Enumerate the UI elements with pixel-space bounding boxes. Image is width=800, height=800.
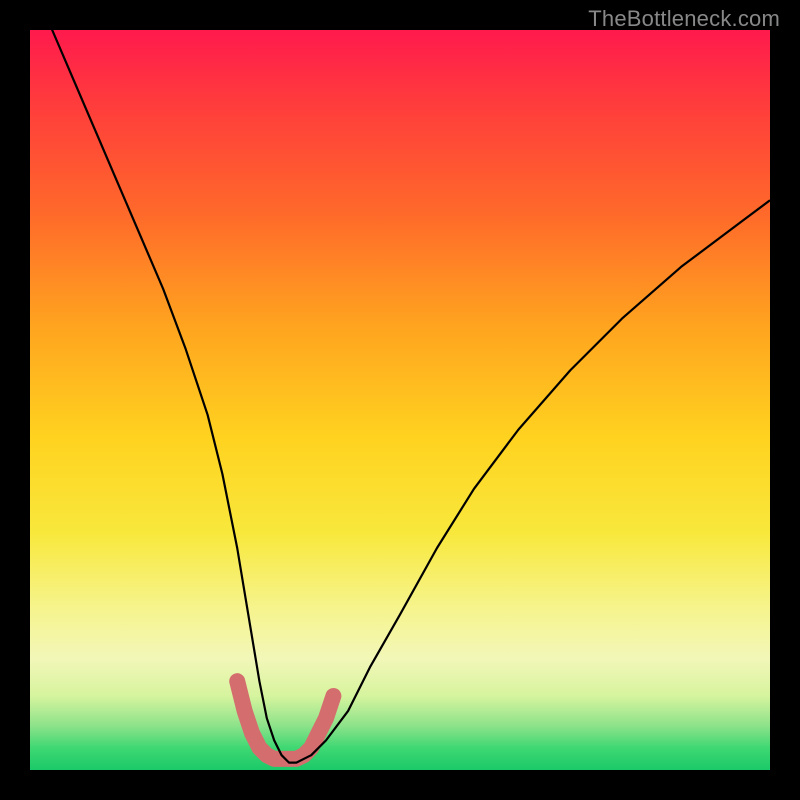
bottleneck-curve xyxy=(30,0,770,763)
curve-layer xyxy=(30,30,770,770)
plot-area xyxy=(30,30,770,770)
watermark-text: TheBottleneck.com xyxy=(588,6,780,32)
chart-frame: TheBottleneck.com xyxy=(0,0,800,800)
